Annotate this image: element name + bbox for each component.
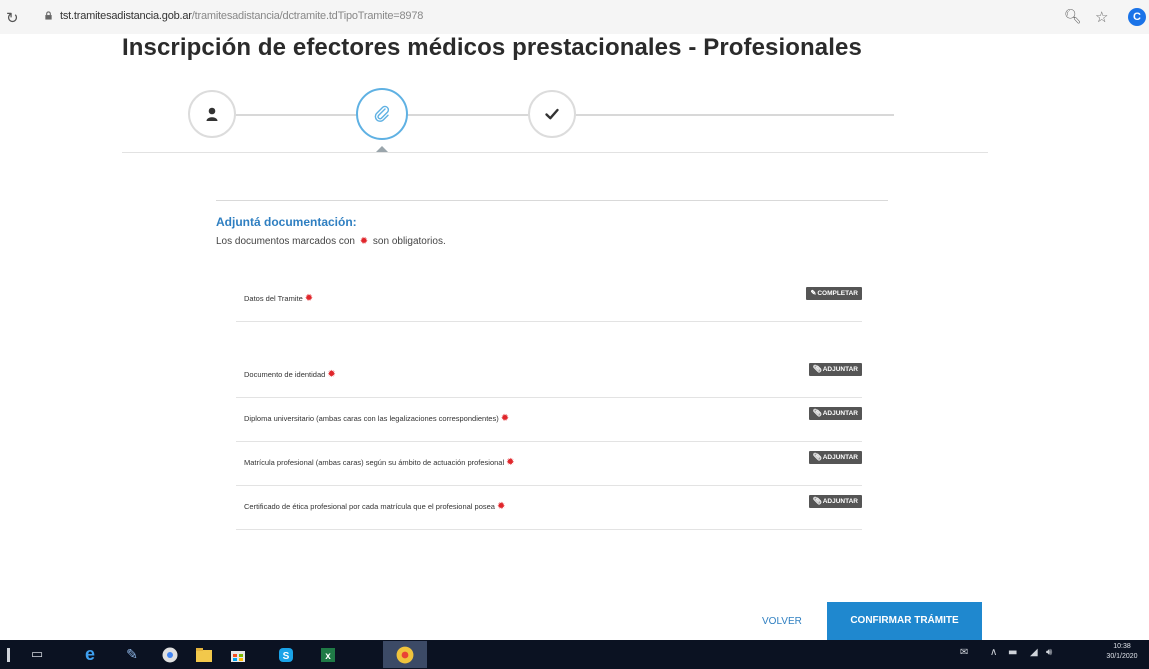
step-personal-data[interactable] (188, 90, 236, 138)
document-row-etica: Certificado de ética profesional por cad… (236, 486, 862, 530)
document-label-text: Matrícula profesional (ambas caras) segú… (244, 458, 505, 467)
document-label-text: Certificado de ética profesional por cad… (244, 502, 495, 511)
pen-app-icon[interactable]: ✎ (122, 645, 142, 664)
svg-text:S: S (283, 651, 290, 662)
svg-text:x: x (325, 651, 331, 662)
reload-icon[interactable]: ↻ (6, 9, 19, 27)
volume-icon[interactable]: 🔊︎ (1046, 647, 1052, 658)
required-marker-icon: ✹ (327, 369, 336, 380)
complete-button[interactable]: ✎COMPLETAR (806, 287, 862, 300)
stepper-divider (122, 152, 988, 153)
task-view-icon[interactable]: ▭ (28, 645, 46, 664)
attach-button[interactable]: 📎︎ADJUNTAR (808, 407, 862, 420)
document-row-diploma: Diploma universitario (ambas caras con l… (236, 398, 862, 442)
note-text-after: son obligatorios. (372, 236, 446, 247)
back-button[interactable]: VOLVER (762, 616, 802, 627)
checkmark-icon (545, 108, 559, 120)
confirm-button[interactable]: CONFIRMAR TRÁMITE (827, 602, 982, 640)
document-label-text: Diploma universitario (ambas caras con l… (244, 414, 499, 423)
section-note: Los documentos marcados con ✹ son obliga… (216, 236, 446, 247)
attach-button-label: ADJUNTAR (822, 454, 858, 461)
network-icon[interactable]: ◢ (1030, 647, 1038, 658)
paperclip-icon: 📎︎ (812, 410, 822, 417)
url-domain: tst.tramitesadistancia.gob.ar (60, 10, 192, 22)
clock-date: 30/1/2020 (1106, 653, 1138, 660)
document-label: Certificado de ética profesional por cad… (244, 501, 507, 512)
battery-icon[interactable]: ▬ (1008, 647, 1017, 658)
lock-icon[interactable] (44, 11, 53, 20)
required-marker-icon: ✹ (304, 293, 314, 304)
excel-icon[interactable]: x (318, 645, 338, 664)
paperclip-icon: 📎︎ (812, 366, 822, 373)
attach-button[interactable]: 📎︎ADJUNTAR (808, 495, 862, 508)
paperclip-icon: 📎︎ (812, 498, 822, 505)
tray-chevron-icon[interactable]: ∧ (990, 647, 997, 658)
document-label-text: Datos del Tramite (244, 294, 303, 303)
zoom-icon[interactable]: 🔍︎ (1064, 9, 1082, 25)
complete-button-label: COMPLETAR (817, 290, 858, 297)
page-title: Inscripción de efectores médicos prestac… (122, 34, 862, 61)
document-row-matricula: Matrícula profesional (ambas caras) segú… (236, 442, 862, 486)
document-row-datos-tramite: Datos del Tramite ✹ ✎COMPLETAR (236, 278, 862, 322)
paperclip-icon (374, 105, 390, 122)
document-label: Diploma universitario (ambas caras con l… (244, 413, 511, 424)
url-path: /tramitesadistancia/dctramite.tdTipoTram… (191, 10, 424, 22)
section-title: Adjuntá documentación: (216, 215, 357, 229)
active-taskbar-app[interactable] (383, 641, 427, 668)
people-icon[interactable]: ✉︎ (960, 647, 968, 658)
chrome-icon[interactable] (160, 645, 180, 664)
required-marker-icon: ✹ (496, 501, 506, 512)
attach-button[interactable]: 📎︎ADJUNTAR (808, 363, 862, 376)
document-row-identidad: Documento de identidad ✹ 📎︎ADJUNTAR (236, 354, 862, 398)
bookmark-star-icon[interactable]: ☆ (1095, 8, 1108, 26)
taskbar-clock[interactable]: 10:38 30/1/2020 (1100, 642, 1144, 662)
pencil-icon: ✎ (810, 290, 817, 297)
browser-toolbar: ↻ tst.tramitesadistancia.gob.ar/tramites… (0, 0, 1149, 34)
section-divider (216, 200, 888, 201)
note-text-before: Los documentos marcados con (216, 236, 355, 247)
required-marker-icon: ✹ (506, 457, 515, 468)
user-icon (206, 107, 218, 121)
document-label: Documento de identidad ✹ (244, 369, 338, 380)
store-icon[interactable] (228, 645, 248, 664)
document-label-text: Documento de identidad (244, 370, 326, 379)
document-label: Matrícula profesional (ambas caras) segú… (244, 457, 517, 468)
attach-button[interactable]: 📎︎ADJUNTAR (808, 451, 862, 464)
start-edge[interactable] (6, 645, 10, 664)
skype-icon[interactable]: S (276, 645, 296, 664)
document-label: Datos del Tramite ✹ (244, 293, 315, 304)
step-documents[interactable] (356, 88, 408, 140)
step-confirm[interactable] (528, 90, 576, 138)
paperclip-icon: 📎︎ (812, 454, 822, 461)
address-bar[interactable]: tst.tramitesadistancia.gob.ar/tramitesad… (60, 10, 423, 22)
attach-button-label: ADJUNTAR (822, 498, 858, 505)
clock-time: 10:38 (1113, 643, 1131, 650)
edge-browser-icon[interactable]: e (80, 644, 100, 664)
file-explorer-icon[interactable] (194, 645, 214, 664)
required-marker-icon: ✹ (500, 413, 510, 424)
attach-button-label: ADJUNTAR (822, 366, 858, 373)
profile-avatar[interactable]: C (1128, 8, 1146, 26)
os-taskbar: ▭ e ✎ S x ✉︎ ∧ ▬ ◢ 🔊︎ (0, 640, 1149, 669)
required-marker-icon: ✹ (359, 236, 369, 247)
attach-button-label: ADJUNTAR (822, 410, 858, 417)
